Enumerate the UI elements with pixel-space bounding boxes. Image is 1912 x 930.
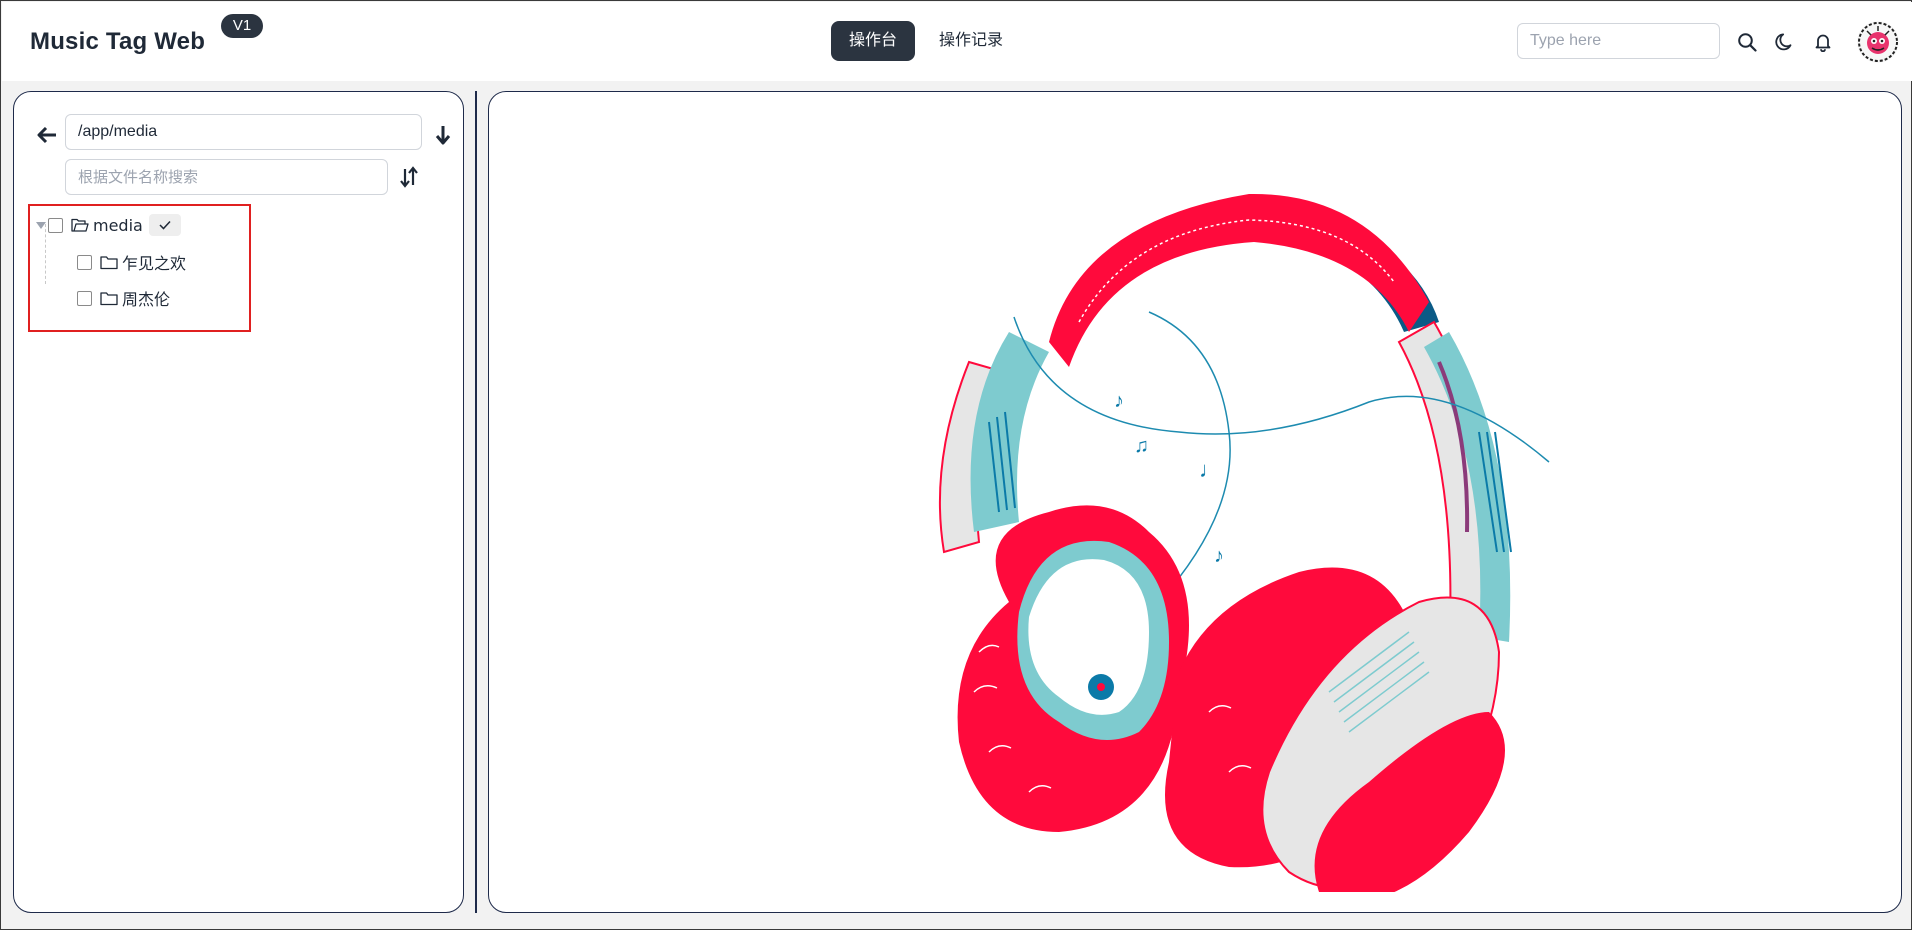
tree-checkbox-root[interactable] (48, 217, 63, 233)
headphones-illustration: ♪ ♫ ♩ ♪ (938, 193, 1550, 892)
tree-node-label[interactable]: 周杰伦 (122, 286, 170, 310)
moon-icon[interactable] (1770, 27, 1800, 57)
filename-filter-input[interactable] (65, 159, 388, 195)
tab-operation-log[interactable]: 操作记录 (921, 21, 1021, 61)
main-content-panel: ♪ ♫ ♩ ♪ (488, 91, 1902, 913)
tree-checkbox[interactable] (77, 290, 92, 306)
back-arrow-icon[interactable] (34, 122, 60, 148)
app-frame: Music Tag Web V1 操作台 操作记录 Type here /app… (0, 0, 1912, 930)
panel-divider[interactable] (475, 91, 477, 913)
brand-title[interactable]: Music Tag Web (30, 28, 205, 56)
tree-node-root[interactable]: media (36, 212, 181, 238)
user-avatar[interactable] (1857, 21, 1899, 63)
file-browser-panel: media 乍见之欢 周杰 (13, 91, 464, 913)
sort-toggle-icon[interactable] (396, 164, 422, 190)
top-navbar: Music Tag Web V1 操作台 操作记录 (2, 2, 1912, 81)
bell-icon[interactable] (1808, 27, 1838, 57)
download-arrow-icon[interactable] (432, 122, 454, 148)
svg-text:♫: ♫ (1134, 435, 1149, 457)
search-input[interactable] (1517, 23, 1720, 59)
search-icon[interactable] (1732, 27, 1762, 57)
version-badge: V1 (221, 14, 263, 38)
tree-node-child[interactable]: 乍见之欢 (77, 249, 186, 275)
confirm-check-button[interactable] (148, 214, 181, 236)
svg-text:♩: ♩ (1199, 457, 1221, 482)
svg-text:♪: ♪ (1214, 545, 1224, 567)
path-input[interactable] (65, 114, 422, 150)
tree-node-label[interactable]: media (93, 216, 143, 235)
tree-node-label[interactable]: 乍见之欢 (122, 250, 186, 274)
tab-console[interactable]: 操作台 (831, 21, 916, 61)
folder-open-icon (71, 217, 89, 233)
folder-icon (100, 290, 118, 306)
main-nav: 操作台 操作记录 (831, 21, 1021, 61)
tree-node-child[interactable]: 周杰伦 (77, 285, 170, 311)
folder-icon (100, 254, 118, 270)
svg-text:♪: ♪ (1114, 390, 1124, 412)
expand-caret-icon[interactable] (36, 221, 46, 229)
tree-checkbox[interactable] (77, 254, 92, 270)
